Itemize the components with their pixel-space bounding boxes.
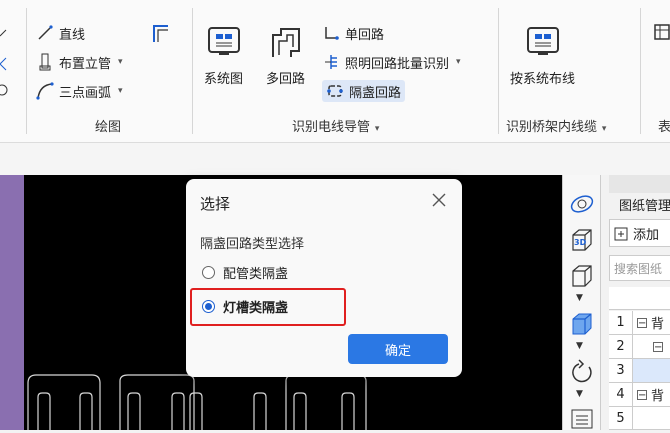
view-toolbar: 3D ▼ ▼ ▼ xyxy=(562,175,601,430)
lighting-batch-button[interactable]: 照明回路批量识别 ▾ xyxy=(322,51,461,73)
circuit-group-label: 识别电线导管 ▾ xyxy=(292,120,380,135)
system-diagram-button[interactable]: 系统图 xyxy=(204,24,243,87)
chevron-down-icon[interactable]: ▼ xyxy=(576,389,583,399)
by-system-button[interactable]: 按系统布线 xyxy=(510,24,575,87)
option-pipe-box[interactable]: 配管类隔盏 xyxy=(202,263,288,282)
radio-light-trough-box[interactable] xyxy=(202,300,215,313)
close-icon[interactable] xyxy=(430,191,448,213)
pipe-tool-icon[interactable] xyxy=(150,22,172,48)
table-icon[interactable] xyxy=(654,24,670,44)
by-system-icon xyxy=(525,24,561,60)
system-diagram-icon xyxy=(206,24,242,60)
table-row[interactable] xyxy=(633,407,670,430)
radio-pipe-box[interactable] xyxy=(202,266,215,279)
single-circuit-icon xyxy=(322,24,340,42)
ok-button[interactable]: 确定 xyxy=(348,334,448,364)
toolbar-band xyxy=(0,143,670,175)
chevron-down-icon: ▾ xyxy=(456,57,461,67)
riser-icon xyxy=(36,53,54,71)
box-circuit-button[interactable]: 隔盏回路 xyxy=(322,80,406,102)
left-strip xyxy=(0,175,24,430)
table-row-num: 3 xyxy=(609,359,633,383)
multi-circuit-icon xyxy=(268,24,304,60)
tray-group-label: 识别桥架内线缆 ▾ xyxy=(506,120,607,135)
arc-icon xyxy=(36,82,54,100)
collapse-icon[interactable]: − xyxy=(637,317,647,328)
add-button[interactable]: 添加 xyxy=(609,219,670,247)
chevron-down-icon: ▾ xyxy=(599,124,607,134)
cube-icon[interactable] xyxy=(569,263,595,293)
dialog-title: 选择 xyxy=(200,195,231,213)
option-light-trough-box[interactable]: 灯槽类隔盏 xyxy=(202,297,288,316)
cut-group-label: 表 xyxy=(658,120,670,135)
line-button[interactable]: 直线 xyxy=(36,22,85,44)
table-row-num: 2 xyxy=(609,335,633,359)
dialog-section-label: 隔盏回路类型选择 xyxy=(200,237,305,252)
cube-blue-icon[interactable] xyxy=(569,311,595,341)
lighting-circuit-icon xyxy=(322,53,340,71)
box-circuit-active: 隔盏回路 xyxy=(322,80,406,102)
table-row-num: 4 xyxy=(609,383,633,407)
select-dialog: 选择 隔盏回路类型选择 配管类隔盏 灯槽类隔盏 确定 xyxy=(186,179,462,377)
table-row[interactable]: − xyxy=(633,335,670,359)
drawing-table: 1 − 背 2 − 3 4 − 背 5 xyxy=(609,311,670,430)
riser-button[interactable]: 布置立管 ▾ xyxy=(36,51,123,73)
table-row-num: 5 xyxy=(609,407,633,430)
table-row-selected[interactable] xyxy=(633,359,670,383)
chevron-down-icon[interactable]: ▼ xyxy=(576,341,583,351)
draw-group-label: 绘图 xyxy=(95,120,122,135)
table-row[interactable]: − 背 xyxy=(633,383,670,407)
chevron-down-icon: ▾ xyxy=(118,86,123,96)
rotate-icon[interactable] xyxy=(569,359,595,389)
chevron-down-icon: ▾ xyxy=(372,124,380,134)
multi-circuit-button[interactable]: 多回路 xyxy=(266,24,305,87)
box-circuit-icon xyxy=(326,82,344,100)
chevron-down-icon[interactable]: ▼ xyxy=(576,293,583,303)
orbit-icon[interactable] xyxy=(569,193,595,219)
line-icon xyxy=(36,24,54,42)
collapse-icon[interactable]: − xyxy=(653,341,663,352)
list-icon[interactable] xyxy=(569,407,595,433)
collapse-icon[interactable]: − xyxy=(637,389,647,400)
clipped-tools xyxy=(0,28,8,98)
drawing-management-panel: 图纸管理 添加 搜索图纸 1 − 背 2 − 3 4 − 背 5 xyxy=(600,175,670,430)
table-row[interactable]: − 背 xyxy=(633,311,670,335)
table-row-num: 1 xyxy=(609,311,633,335)
single-circuit-button[interactable]: 单回路 xyxy=(322,22,384,44)
3d-view-icon[interactable]: 3D xyxy=(569,227,595,253)
panel-title: 图纸管理 xyxy=(619,199,670,214)
ribbon: 直线 布置立管 ▾ 三点画弧 ▾ 绘图 系统图 多回路 单回路 照明回路批量识别 ▾ … xyxy=(0,0,670,143)
chevron-down-icon: ▾ xyxy=(118,57,123,67)
add-icon xyxy=(614,227,628,241)
arc-button[interactable]: 三点画弧 ▾ xyxy=(36,80,123,102)
search-input[interactable]: 搜索图纸 xyxy=(609,255,670,281)
